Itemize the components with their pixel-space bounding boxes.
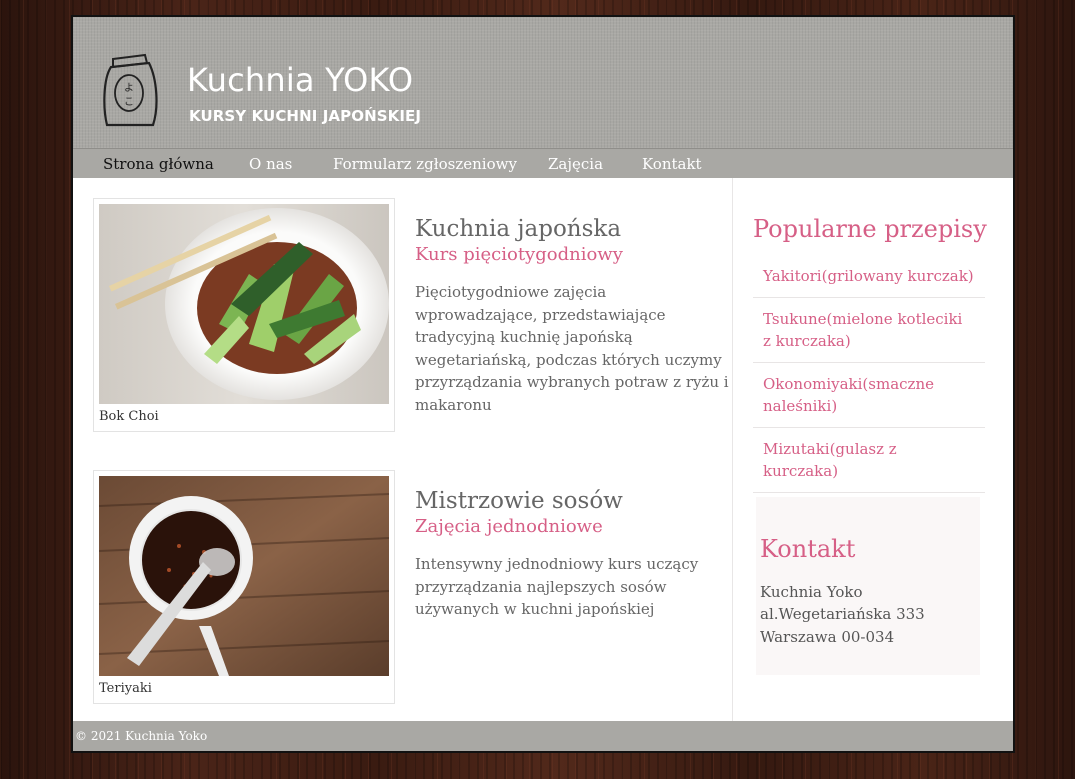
- contact-line: Kuchnia Yoko: [760, 582, 863, 601]
- course-subtitle: Zajęcia jednodniowe: [415, 516, 603, 537]
- site-footer: © 2021 Kuchnia Yoko: [73, 721, 1013, 751]
- site-header: よ こ Kuchnia YOKO KURSY KUCHNI JAPOŃSKIEJ: [73, 17, 1013, 148]
- bok-choi-photo: [99, 204, 389, 404]
- site-title[interactable]: Kuchnia YOKO: [187, 61, 413, 99]
- course-title: Kuchnia japońska: [415, 216, 622, 242]
- main-content: Bok Choi Kuchnia japońska Kurs pięciotyg…: [73, 178, 733, 721]
- contact-title: Kontakt: [760, 534, 856, 563]
- page-container: よ こ Kuchnia YOKO KURSY KUCHNI JAPOŃSKIEJ…: [71, 15, 1015, 753]
- contact-line: Warszawa 00-034: [760, 627, 895, 646]
- course-article: Mistrzowie sosów Zajęcia jednodniowe Int…: [415, 488, 733, 621]
- image-caption: Teriyaki: [99, 681, 152, 696]
- nav-item-contact[interactable]: Kontakt: [642, 155, 702, 173]
- course-image-card: Bok Choi: [93, 198, 395, 432]
- course-description: Intensywny jednodniowy kurs uczący przyr…: [415, 555, 699, 618]
- course-title: Mistrzowie sosów: [415, 488, 623, 514]
- main-nav: Strona główna O nas Formularz zgłoszenio…: [73, 148, 1013, 178]
- course-article: Kuchnia japońska Kurs pięciotygodniowy P…: [415, 216, 733, 416]
- nav-item-form[interactable]: Formularz zgłoszeniowy: [333, 155, 517, 173]
- contact-address: Kuchnia Yoko al.Wegetariańska 333 Warsza…: [760, 581, 980, 649]
- nav-item-home[interactable]: Strona główna: [103, 155, 214, 173]
- sidebar: Popularne przepisy Yakitori(grilowany ku…: [753, 178, 987, 675]
- recipe-list: Yakitori(grilowany kurczak) Tsukune(miel…: [753, 255, 985, 493]
- recipe-link[interactable]: Tsukune(mielone kotleciki z kurczaka): [753, 298, 985, 363]
- logo-glyph-top: よ: [124, 82, 134, 94]
- recipe-link[interactable]: Mizutaki(gulasz z kurczaka): [753, 428, 985, 493]
- logo-glyph-bottom: こ: [124, 97, 134, 108]
- course-subtitle: Kurs pięciotygodniowy: [415, 244, 623, 265]
- nav-item-classes[interactable]: Zajęcia: [548, 155, 603, 173]
- rice-bag-logo-icon[interactable]: よ こ: [99, 49, 163, 129]
- teriyaki-photo: [99, 476, 389, 676]
- contact-box: Kontakt Kuchnia Yoko al.Wegetariańska 33…: [756, 496, 980, 675]
- course-image-card: Teriyaki: [93, 470, 395, 704]
- nav-item-about[interactable]: O nas: [249, 155, 292, 173]
- site-subtitle: KURSY KUCHNI JAPOŃSKIEJ: [189, 107, 422, 125]
- course-description: Pięciotygodniowe zajęcia wprowadzające, …: [415, 283, 729, 414]
- recipe-link[interactable]: Okonomiyaki(smaczne naleśniki): [753, 363, 985, 428]
- contact-line: al.Wegetariańska 333: [760, 605, 925, 623]
- recipe-link[interactable]: Yakitori(grilowany kurczak): [753, 255, 985, 298]
- popular-recipes-title: Popularne przepisy: [753, 215, 987, 243]
- image-caption: Bok Choi: [99, 409, 159, 424]
